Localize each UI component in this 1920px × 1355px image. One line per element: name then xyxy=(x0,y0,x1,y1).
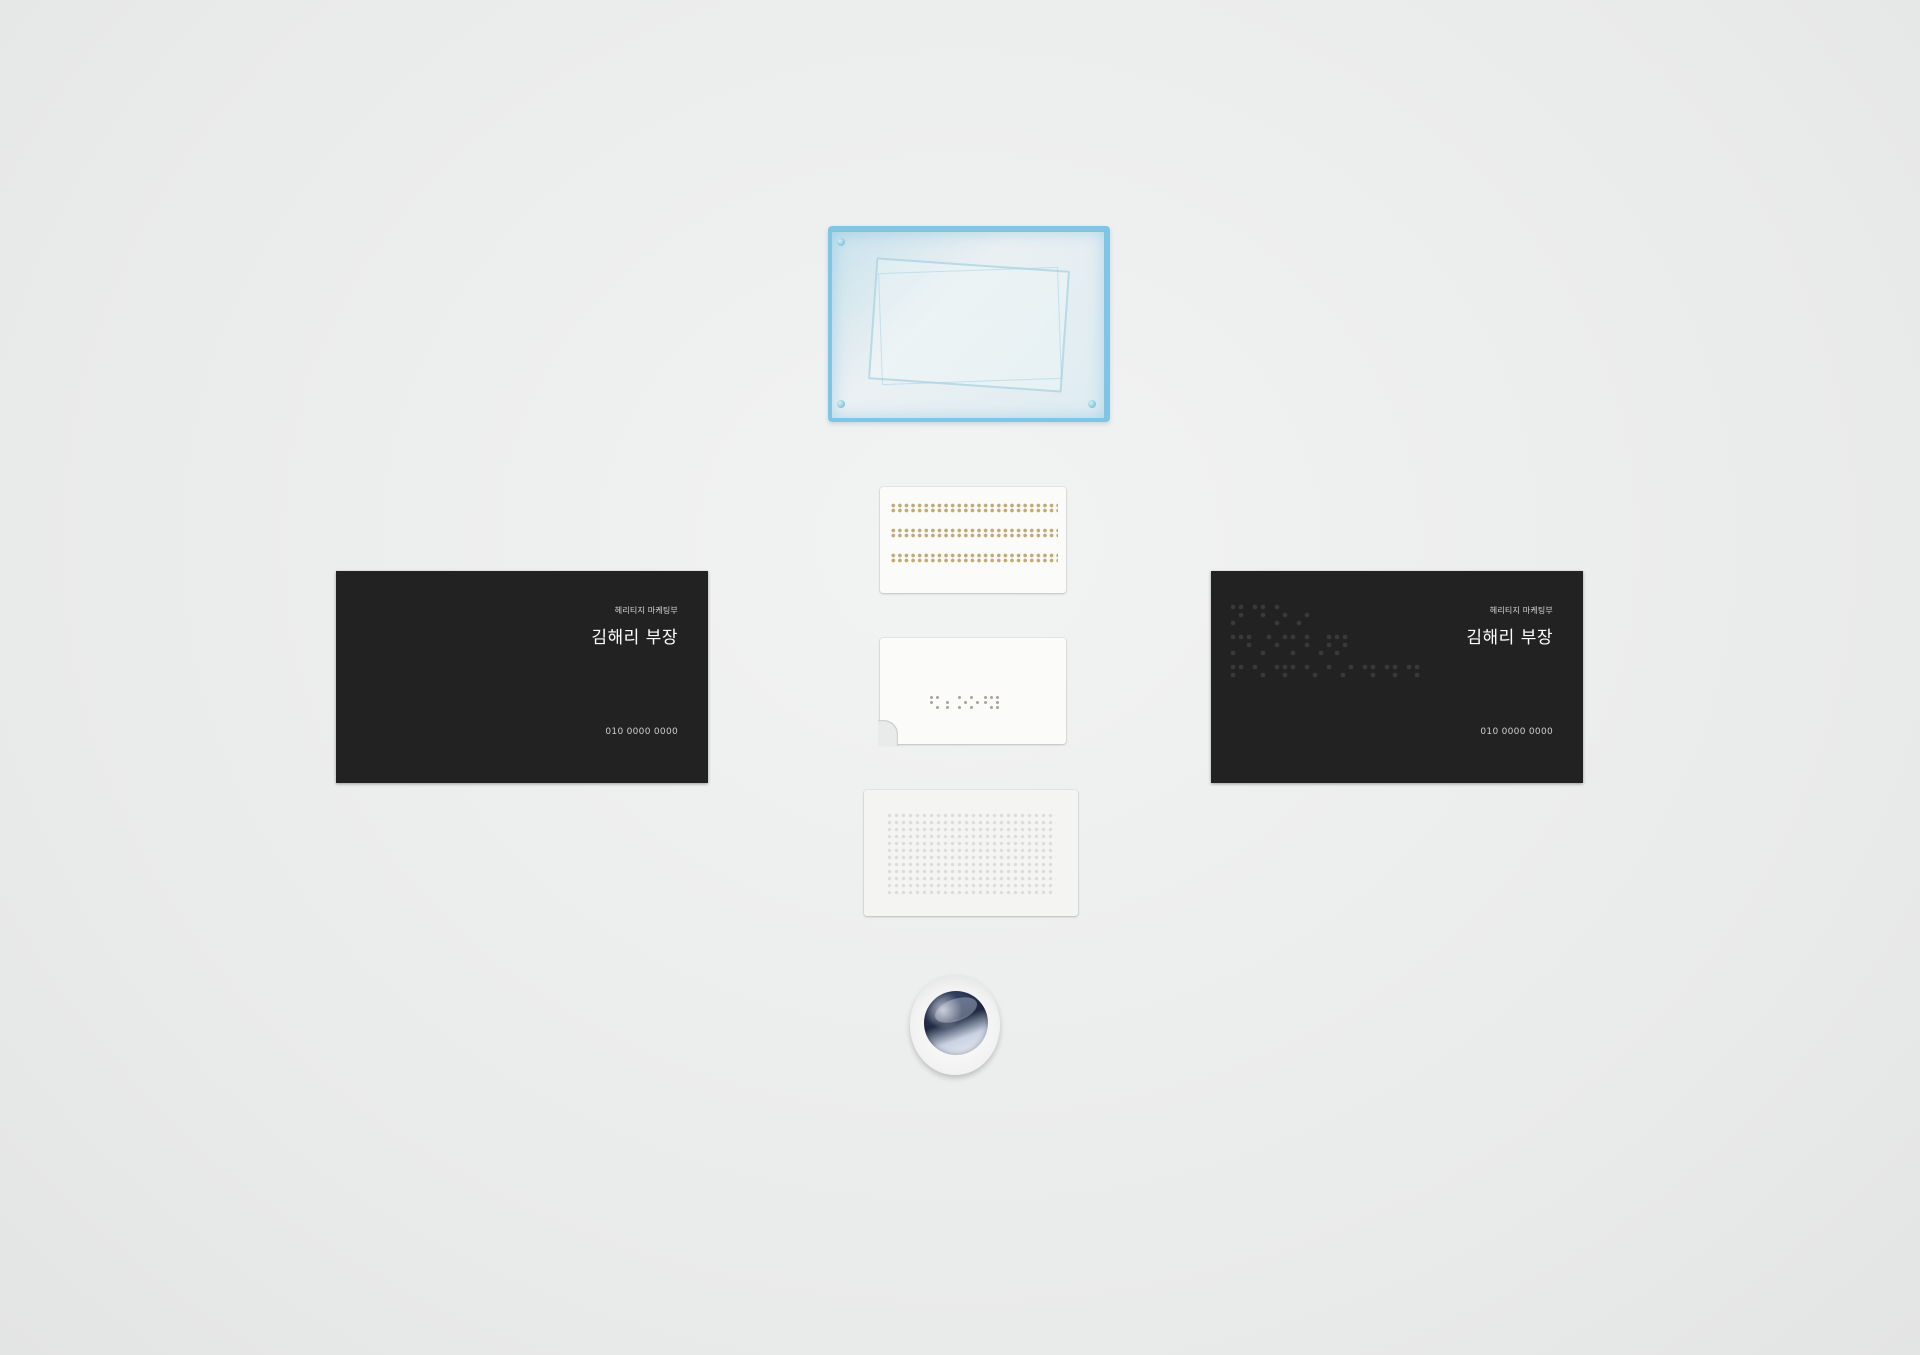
holder-magnet xyxy=(837,238,845,246)
braille-row xyxy=(890,528,1058,538)
embossed-braille-card xyxy=(864,790,1078,916)
card-braille-dots xyxy=(1231,605,1421,679)
braille-row xyxy=(890,553,1058,563)
magnifier-lens xyxy=(924,991,988,1055)
business-card-right: 헤리티지 마케팅부 김해리 부장 010 0000 0000 xyxy=(1211,571,1583,783)
holder-magnet xyxy=(1088,400,1096,408)
card-department: 헤리티지 마케팅부 xyxy=(1489,606,1553,615)
card-name: 김해리 부장 xyxy=(1466,628,1553,648)
card-notch xyxy=(878,720,898,746)
braille-word xyxy=(928,696,1002,710)
holder-magnet xyxy=(837,400,845,408)
business-card-left: 헤리티지 마케팅부 김해리 부장 010 0000 0000 xyxy=(336,571,708,783)
product-photo: 헤리티지 마케팅부 김해리 부장 010 0000 0000 헤리티지 마케팅부… xyxy=(0,0,1920,1355)
braille-row xyxy=(890,503,1058,513)
magnifier-loupe xyxy=(910,975,1000,1075)
holder-inner-frame-2 xyxy=(878,266,1062,386)
embossed-dots xyxy=(886,812,1056,896)
card-phone: 010 0000 0000 xyxy=(1480,727,1553,737)
card-phone: 010 0000 0000 xyxy=(605,727,678,737)
acrylic-card-holder xyxy=(828,226,1110,422)
lens-shine xyxy=(931,992,981,1028)
gold-braille-card xyxy=(880,487,1066,593)
card-name: 김해리 부장 xyxy=(591,628,678,648)
card-department: 헤리티지 마케팅부 xyxy=(614,606,678,615)
notched-braille-card xyxy=(878,638,1066,746)
